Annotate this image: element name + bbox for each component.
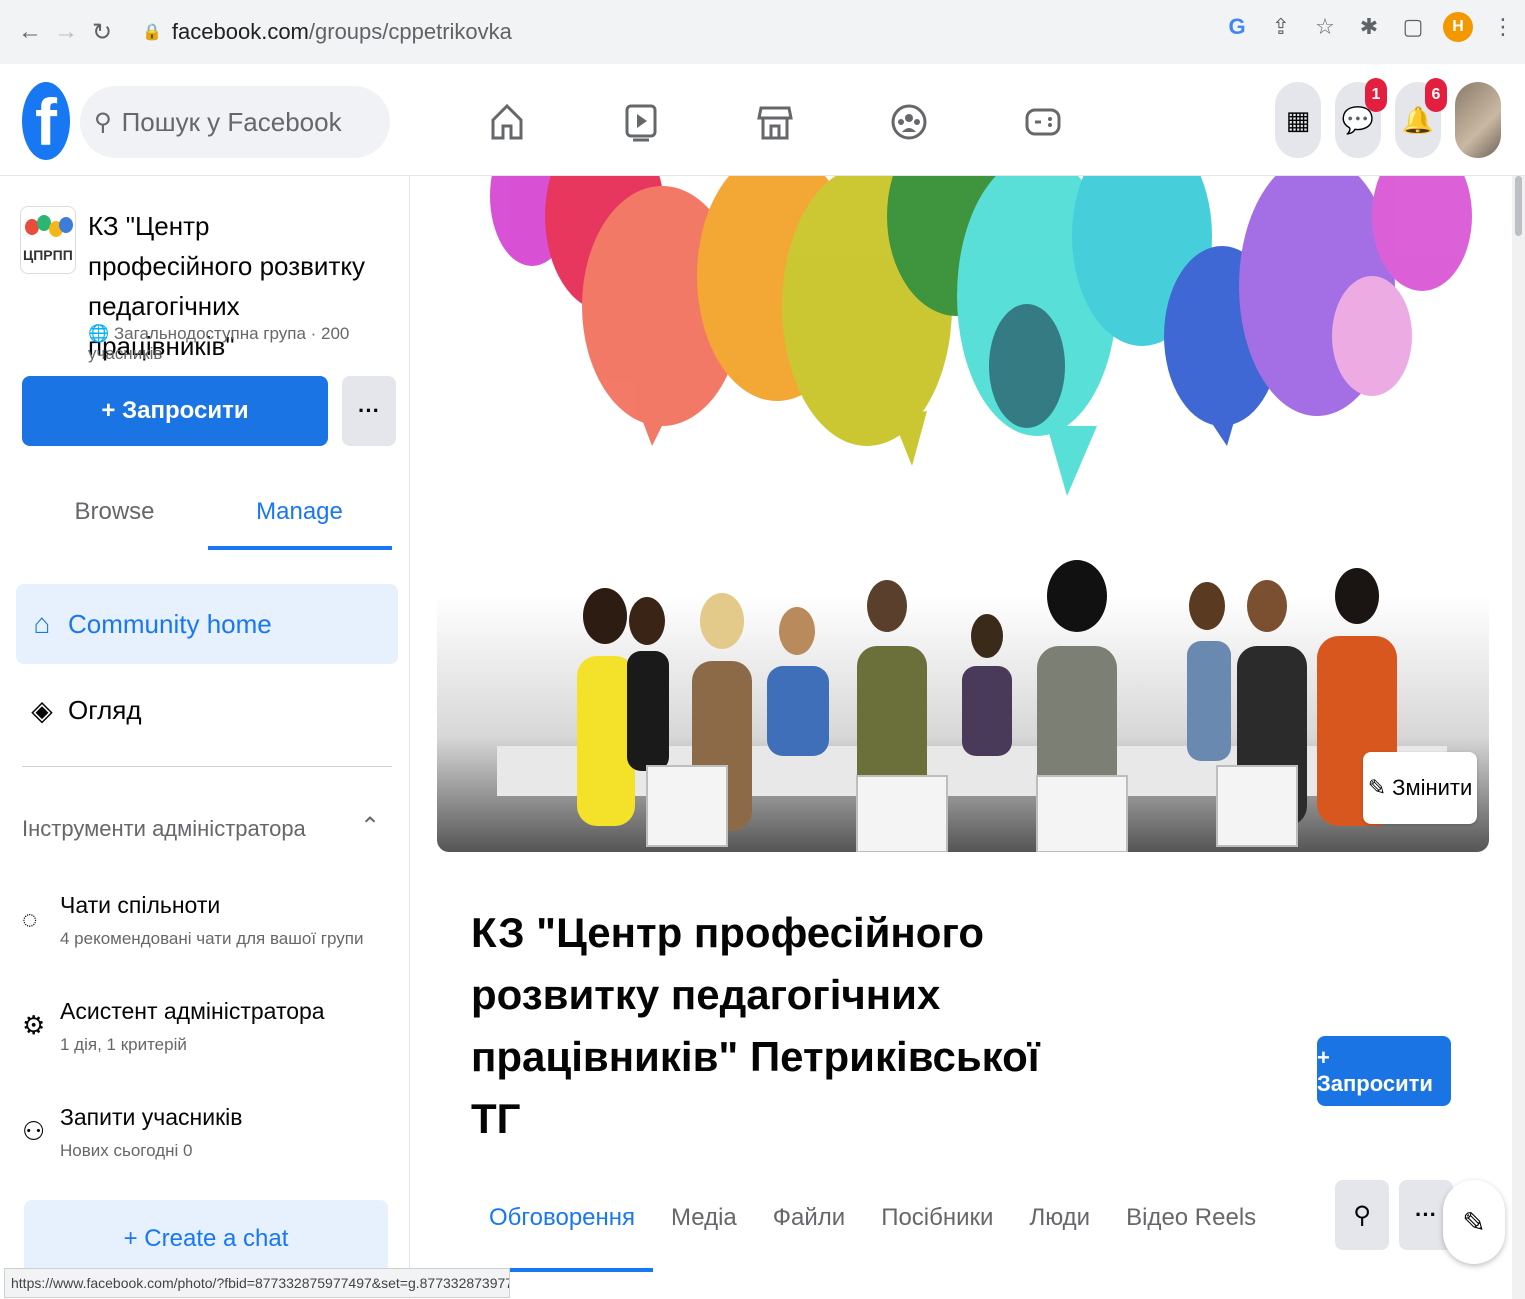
edit-cover-label: Змінити	[1392, 775, 1473, 800]
tab-files[interactable]: Файли	[755, 1176, 863, 1260]
search-icon: ⚲	[94, 108, 112, 136]
lock-icon: 🔒	[142, 24, 162, 41]
reload-icon[interactable]: ↻	[86, 16, 118, 48]
tool-title: Чати спільноти	[60, 892, 221, 918]
sidebar-item-community-home[interactable]: ⌂ Community home	[16, 584, 398, 664]
cover-photo[interactable]: ✎ Змінити	[437, 176, 1489, 852]
edit-cover-button[interactable]: ✎ Змінити	[1363, 752, 1477, 824]
home-icon	[491, 103, 523, 140]
tab-gaming[interactable]	[976, 86, 1110, 158]
house-icon: ⌂	[33, 608, 51, 639]
extensions-icon[interactable]: ✱	[1355, 13, 1383, 41]
account-avatar[interactable]	[1455, 82, 1501, 158]
person-add-icon: ⚇	[22, 1116, 46, 1146]
chevron-up-icon[interactable]: ⌃	[360, 812, 380, 841]
group-search-button[interactable]: ⚲	[1335, 1180, 1389, 1250]
admin-tools-heading: Інструменти адміністратора	[22, 816, 306, 841]
tool-member-requests[interactable]: ⚇ Запити учасників Нових сьогодні 0	[22, 1098, 402, 1166]
tool-title: Асистент адміністратора	[60, 998, 325, 1024]
group-sidebar: ЦПРПП КЗ "Центр професійного розвитку пе…	[0, 176, 410, 1299]
sidebar-divider	[22, 766, 392, 767]
facebook-f-icon: f	[22, 82, 70, 160]
facebook-top-nav: f ⚲ Пошук у Facebook ▦ 💬 1 🔔 6	[0, 64, 1525, 176]
tab-marketplace[interactable]	[708, 86, 842, 158]
share-icon[interactable]: ⇪	[1267, 13, 1295, 41]
overview-icon: ◈	[31, 694, 53, 726]
page-scrollbar[interactable]	[1512, 176, 1525, 1299]
sidepanel-icon[interactable]: ▢	[1399, 13, 1427, 41]
forward-icon[interactable]: →	[50, 16, 82, 48]
group-title: КЗ "Центр професійного розвитку педагогі…	[471, 909, 1040, 1142]
sidebar-item-overview[interactable]: ◈ Огляд	[16, 670, 398, 750]
messenger-badge: 1	[1365, 78, 1387, 112]
tab-people[interactable]: Люди	[1011, 1176, 1108, 1260]
search-icon: ⚲	[1353, 1201, 1371, 1229]
marketplace-icon	[757, 106, 793, 140]
cover-image	[437, 176, 1489, 852]
address-bar[interactable]: 🔒 facebook.com/groups/cppetrikovka	[128, 10, 1258, 54]
sidebar-item-label: Огляд	[68, 694, 142, 725]
tool-subtitle: 4 рекомендовані чати для вашої групи	[60, 929, 364, 948]
grid-icon: ▦	[1285, 104, 1311, 135]
gaming-icon	[1025, 108, 1061, 136]
tool-title: Запити учасників	[60, 1104, 243, 1130]
browser-profile-avatar[interactable]: Н	[1443, 12, 1473, 42]
tab-discussion[interactable]: Обговорення	[471, 1176, 654, 1272]
scrollbar-thumb[interactable]	[1515, 176, 1522, 236]
group-main: ✎ Змінити КЗ "Центр професійного розвитк…	[411, 176, 1511, 1299]
group-meta: 🌐 Загальнодоступна група · 200 учасників	[88, 324, 409, 364]
url-host: facebook.com	[171, 19, 309, 44]
new-message-button[interactable]: ✎	[1443, 1180, 1505, 1264]
compose-icon: ✎	[1462, 1206, 1486, 1238]
back-icon[interactable]: ←	[14, 16, 46, 48]
notifications-button[interactable]: 🔔 6	[1395, 78, 1447, 158]
browser-actions: G ⇪ ☆ ✱ ▢ Н ⋮	[1223, 12, 1517, 42]
tab-active-indicator	[208, 546, 392, 550]
tab-watch[interactable]	[574, 86, 708, 158]
tab-manage[interactable]: Manage	[207, 498, 392, 526]
tool-admin-assistant[interactable]: ⚙ Асистент адміністратора 1 дія, 1 крите…	[22, 992, 402, 1060]
tab-browse[interactable]: Browse	[22, 498, 207, 526]
tab-home[interactable]	[440, 86, 574, 158]
chat-icon: ◌	[22, 904, 38, 934]
tab-reels[interactable]: Відео Reels	[1108, 1176, 1274, 1260]
main-nav-tabs	[440, 86, 1110, 158]
invite-button-main[interactable]: + Запросити	[1317, 1036, 1451, 1106]
menu-grid-button[interactable]: ▦	[1275, 82, 1321, 158]
star-icon[interactable]: ☆	[1311, 13, 1339, 41]
tab-guides[interactable]: Посібники	[863, 1176, 1011, 1260]
group-tabs: Обговорення Медіа Файли Посібники Люди В…	[471, 1176, 1274, 1272]
create-chat-button[interactable]: + Create a chat	[24, 1200, 388, 1278]
top-right-actions: ▦ 💬 1 🔔 6	[1275, 78, 1501, 158]
more-options-button[interactable]: ···	[342, 376, 396, 446]
status-bar-url: https://www.facebook.com/photo/?fbid=877…	[4, 1268, 510, 1298]
browser-toolbar: ← → ↻ 🔒 facebook.com/groups/cppetrikovka…	[0, 0, 1525, 64]
tool-community-chats[interactable]: ◌ Чати спільноти 4 рекомендовані чати дл…	[22, 886, 402, 954]
search-placeholder: Пошук у Facebook	[121, 106, 342, 137]
facebook-logo[interactable]: f	[22, 82, 72, 160]
video-icon	[625, 104, 657, 142]
tool-subtitle: Нових сьогодні 0	[60, 1141, 193, 1160]
sidebar-item-label: Community home	[68, 608, 272, 639]
gear-icon: ⚙	[22, 1010, 46, 1040]
group-thumbnail[interactable]: ЦПРПП	[20, 206, 76, 274]
messenger-button[interactable]: 💬 1	[1335, 78, 1387, 158]
pencil-icon: ✎	[1367, 775, 1387, 800]
globe-icon: 🌐	[88, 324, 110, 343]
tab-media[interactable]: Медіа	[653, 1176, 755, 1260]
url-path: /groups/cppetrikovka	[308, 19, 512, 44]
tab-groups[interactable]	[842, 86, 976, 158]
menu-kebab-icon[interactable]: ⋮	[1489, 13, 1517, 41]
groups-icon	[891, 104, 927, 140]
sidebar-tabs: Browse Manage	[22, 480, 392, 550]
google-lens-icon[interactable]: G	[1223, 13, 1251, 41]
tool-subtitle: 1 дія, 1 критерій	[60, 1035, 187, 1054]
invite-button[interactable]: + Запросити	[22, 376, 328, 446]
group-meta-text: Загальнодоступна група · 200 учасників	[88, 324, 350, 363]
facebook-search[interactable]: ⚲ Пошук у Facebook	[80, 86, 390, 158]
notifications-badge: 6	[1425, 78, 1447, 112]
